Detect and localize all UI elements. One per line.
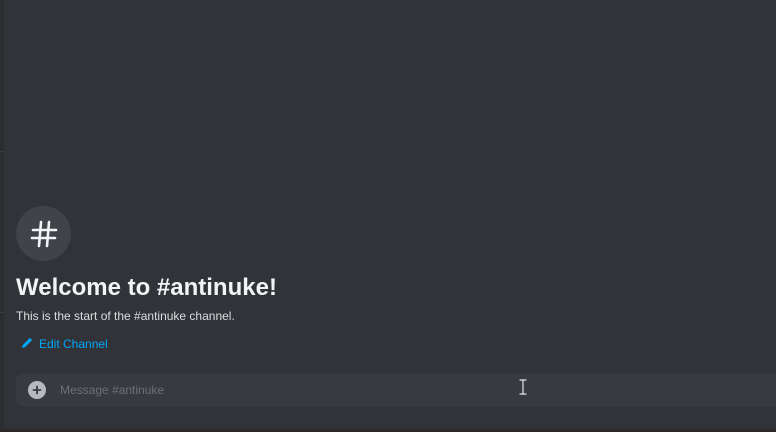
hashtag-icon: [16, 206, 71, 261]
server-sidebar-edge: [0, 0, 4, 432]
message-composer: [16, 373, 776, 407]
message-input[interactable]: [60, 380, 776, 400]
chat-area: Welcome to #antinuke! This is the start …: [0, 0, 776, 432]
channel-welcome: Welcome to #antinuke! This is the start …: [16, 206, 756, 353]
sidebar-divider: [0, 151, 4, 152]
edit-channel-link[interactable]: Edit Channel: [16, 335, 108, 353]
welcome-title: Welcome to #antinuke!: [16, 274, 277, 301]
welcome-subtitle: This is the start of the #antinuke chann…: [16, 309, 235, 323]
window-bottom-edge: [0, 427, 776, 432]
text-cursor-icon: [518, 379, 528, 395]
pencil-icon: [21, 337, 33, 352]
edit-channel-label: Edit Channel: [39, 337, 108, 351]
sidebar-divider: [0, 312, 4, 313]
plus-circle-icon[interactable]: [28, 381, 46, 399]
